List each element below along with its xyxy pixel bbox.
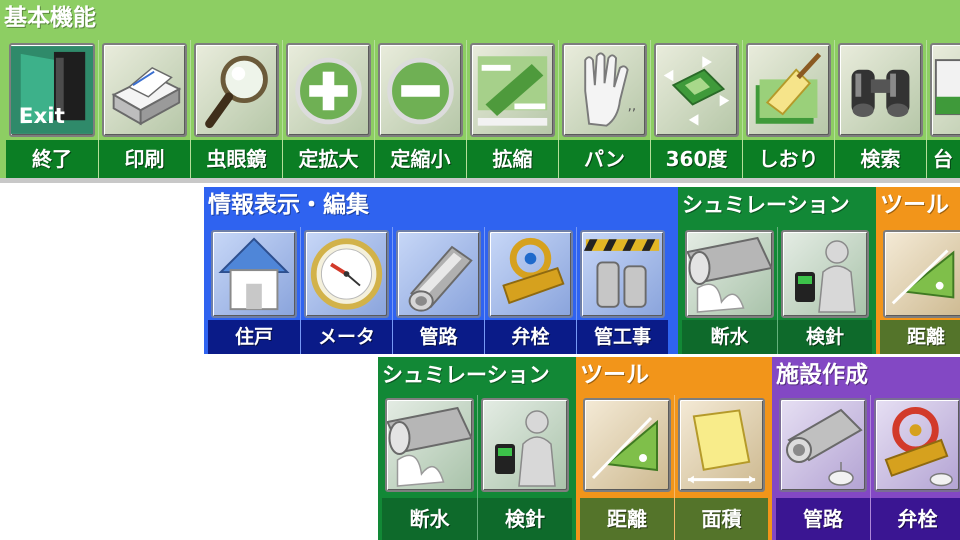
house-icon: [211, 230, 297, 318]
distance-label-bottom: 距離: [580, 498, 674, 540]
info-display-edit-panel: 情報表示・編集 住戸 メータ 管路 弁栓 管工事: [204, 187, 678, 354]
valve-create-icon: [874, 398, 960, 492]
ledger-label: 台: [927, 140, 960, 178]
zoom-scale-button[interactable]: 拡縮: [466, 40, 558, 178]
magnifier-icon: [194, 43, 279, 137]
house-button[interactable]: 住戸: [208, 227, 300, 354]
pipe-create-button[interactable]: 管路: [776, 395, 870, 540]
tools-title-top: ツール: [880, 192, 949, 218]
pan-label: パン: [559, 140, 650, 178]
exit-icon: Exit: [9, 43, 95, 137]
house-label: 住戸: [208, 320, 300, 354]
zoom-in-icon: [286, 43, 371, 137]
bookmark-icon: [746, 43, 831, 137]
basic-functions-panel: 基本機能 Exit 終了 印刷 虫眼鏡 定拡大 定縮小 拡縮 ,, パン 360…: [0, 0, 960, 183]
meter-button[interactable]: メータ: [300, 227, 392, 354]
pipe-construction-button[interactable]: 管工事: [576, 227, 668, 354]
area-button[interactable]: 面積: [674, 395, 768, 540]
meter-icon: [304, 230, 389, 318]
simulation-title-bottom: シュミレーション: [382, 363, 550, 387]
tools-toolbar-bottom: 距離 面積: [580, 395, 768, 540]
hand-pan-icon: ,,: [562, 43, 647, 137]
meter-reading-button-bottom[interactable]: 検針: [477, 395, 572, 540]
valve-icon: [488, 230, 573, 318]
distance-icon: [883, 230, 960, 318]
search-button[interactable]: 検索: [834, 40, 926, 178]
meter-label: メータ: [301, 320, 392, 354]
pipe-construction-icon: [580, 230, 665, 318]
simulation-toolbar-top: 断水 検針: [682, 227, 872, 354]
pipe-button[interactable]: 管路: [392, 227, 484, 354]
meter-reading-icon: [481, 398, 569, 492]
svg-text:,,: ,,: [628, 98, 637, 114]
facility-creation-toolbar: 管路 弁栓: [776, 395, 960, 540]
water-outage-label-top: 断水: [682, 320, 777, 354]
search-label: 検索: [835, 140, 926, 178]
water-outage-icon: [385, 398, 474, 492]
rotate-map-icon: [654, 43, 739, 137]
printer-icon: [102, 43, 187, 137]
distance-label-top: 距離: [880, 320, 960, 354]
tools-toolbar-top: 距離: [880, 227, 960, 354]
zoom-in-button[interactable]: 定拡大: [282, 40, 374, 178]
valve-create-label: 弁栓: [871, 498, 960, 540]
basic-functions-title: 基本機能: [4, 5, 96, 31]
meter-reading-icon: [781, 230, 869, 318]
zoom-in-label: 定拡大: [283, 140, 374, 178]
meter-reading-label-bottom: 検針: [478, 498, 572, 540]
info-display-edit-title: 情報表示・編集: [208, 192, 369, 218]
simulation-panel-top: シュミレーション 断水 検針: [678, 187, 876, 354]
valve-create-button[interactable]: 弁栓: [870, 395, 960, 540]
basic-functions-toolbar: Exit 終了 印刷 虫眼鏡 定拡大 定縮小 拡縮 ,, パン 360度 しおり…: [6, 40, 960, 178]
zoom-out-label: 定縮小: [375, 140, 466, 178]
pipe-icon: [396, 230, 481, 318]
print-label: 印刷: [99, 140, 190, 178]
zoom-scale-label: 拡縮: [467, 140, 558, 178]
distance-icon: [583, 398, 671, 492]
pipe-create-icon: [779, 398, 867, 492]
info-display-edit-toolbar: 住戸 メータ 管路 弁栓 管工事: [208, 227, 668, 354]
ledger-icon: [930, 43, 960, 137]
simulation-title-top: シュミレーション: [682, 193, 850, 217]
valve-button[interactable]: 弁栓: [484, 227, 576, 354]
distance-button-bottom[interactable]: 距離: [580, 395, 674, 540]
ledger-button[interactable]: 台: [926, 40, 960, 178]
print-button[interactable]: 印刷: [98, 40, 190, 178]
pipe-create-label: 管路: [776, 498, 870, 540]
tools-title-bottom: ツール: [580, 362, 649, 388]
pipe-label: 管路: [393, 320, 484, 354]
exit-button[interactable]: Exit 終了: [6, 40, 98, 178]
simulation-toolbar-bottom: 断水 検針: [382, 395, 572, 540]
zoom-scale-icon: [470, 43, 555, 137]
exit-icon-text: Exit: [19, 104, 65, 129]
pan-button[interactable]: ,, パン: [558, 40, 650, 178]
water-outage-button-bottom[interactable]: 断水: [382, 395, 477, 540]
water-outage-icon: [685, 230, 774, 318]
meter-reading-label-top: 検針: [778, 320, 872, 354]
pipe-construction-label: 管工事: [577, 320, 668, 354]
rotate-360-button[interactable]: 360度: [650, 40, 742, 178]
meter-reading-button-top[interactable]: 検針: [777, 227, 872, 354]
magnifier-label: 虫眼鏡: [191, 140, 282, 178]
bookmark-button[interactable]: しおり: [742, 40, 834, 178]
magnifier-button[interactable]: 虫眼鏡: [190, 40, 282, 178]
area-label: 面積: [675, 498, 768, 540]
tools-panel-bottom: ツール 距離 面積: [576, 357, 772, 540]
valve-label: 弁栓: [485, 320, 576, 354]
distance-button-top[interactable]: 距離: [880, 227, 960, 354]
rotate-360-label: 360度: [651, 140, 742, 178]
water-outage-button-top[interactable]: 断水: [682, 227, 777, 354]
bookmark-label: しおり: [743, 140, 834, 178]
tools-panel-top: ツール 距離: [876, 187, 960, 354]
binoculars-icon: [838, 43, 923, 137]
facility-creation-title: 施設作成: [776, 362, 868, 388]
facility-creation-panel: 施設作成 管路 弁栓: [772, 357, 960, 540]
zoom-out-button[interactable]: 定縮小: [374, 40, 466, 178]
exit-label: 終了: [6, 140, 98, 178]
simulation-panel-bottom: シュミレーション 断水 検針: [378, 357, 576, 540]
water-outage-label-bottom: 断水: [382, 498, 477, 540]
zoom-out-icon: [378, 43, 463, 137]
area-icon: [678, 398, 765, 492]
